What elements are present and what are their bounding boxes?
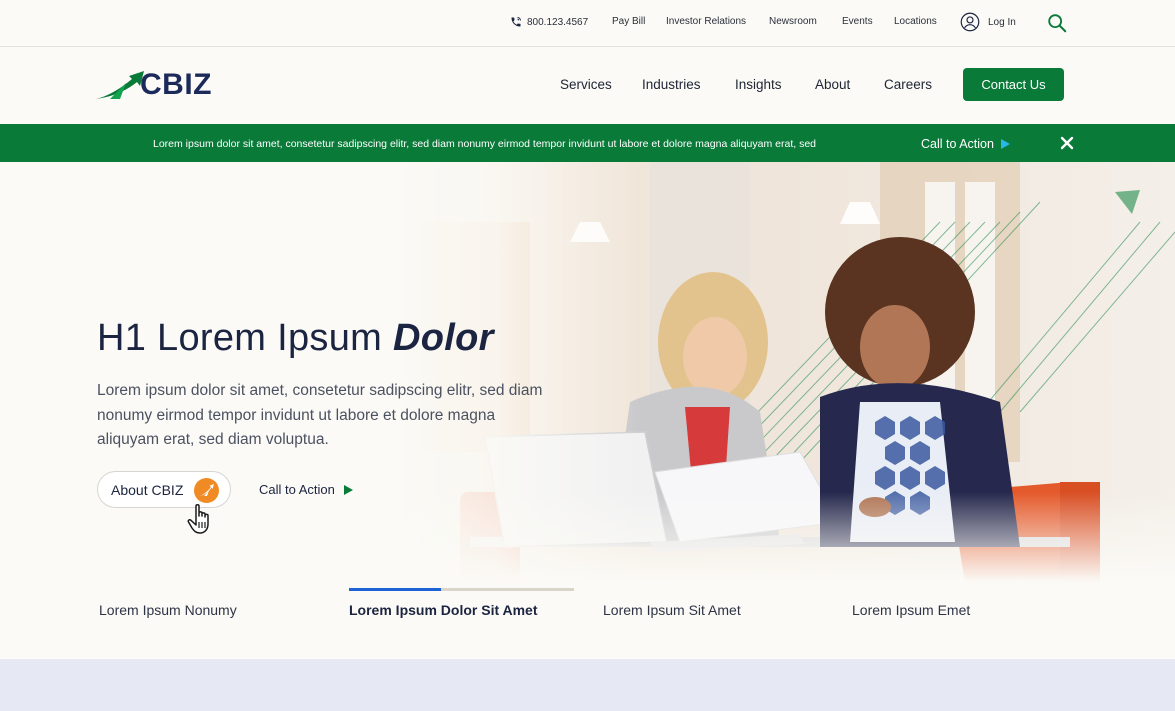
hero-lead: Lorem ipsum dolor sit amet, consetetur s…	[97, 382, 543, 448]
tab-lorem-ipsum-nonumy[interactable]: Lorem Ipsum Nonumy	[99, 602, 237, 618]
announcement-bar: Lorem ipsum dolor sit amet, consetetur s…	[0, 124, 1175, 162]
utility-bar: 800.123.4567 Pay Bill Investor Relations…	[0, 0, 1175, 47]
newsroom-link[interactable]: Newsroom	[769, 16, 817, 27]
logo-text: CBIZ	[140, 68, 212, 101]
nav-careers[interactable]: Careers	[884, 77, 932, 92]
hero-section: H1 Lorem Ipsum Dolor Lorem ipsum dolor s…	[0, 162, 1175, 582]
announcement-cta-label: Call to Action	[921, 137, 994, 151]
tab-lorem-ipsum-sit-amet[interactable]: Lorem Ipsum Sit Amet	[603, 602, 741, 618]
phone-link[interactable]: 800.123.4567	[510, 16, 588, 28]
investor-relations-link[interactable]: Investor Relations	[666, 16, 746, 27]
nav-industries[interactable]: Industries	[642, 77, 701, 92]
hero-fade-bottom	[380, 492, 1175, 582]
hero-title: H1 Lorem Ipsum Dolor	[97, 317, 494, 360]
announcement-message: Lorem ipsum dolor sit amet, consetetur s…	[153, 138, 817, 150]
nav-insights[interactable]: Insights	[735, 77, 782, 92]
user-icon	[960, 12, 980, 32]
logo-swoosh-icon	[96, 71, 144, 99]
search-icon[interactable]	[1046, 12, 1068, 34]
close-icon[interactable]	[1058, 134, 1076, 152]
tab-lorem-ipsum-dolor-sit-amet[interactable]: Lorem Ipsum Dolor Sit Amet	[349, 602, 538, 618]
phone-number: 800.123.4567	[527, 16, 589, 28]
events-link[interactable]: Events	[842, 16, 873, 27]
hero-cta-label: Call to Action	[259, 482, 335, 497]
main-navigation: CBIZ Services Industries Insights About …	[0, 47, 1175, 124]
pointer-hand-icon	[187, 503, 209, 534]
cbiz-logo[interactable]: CBIZ	[96, 69, 216, 101]
nav-services[interactable]: Services	[560, 77, 612, 92]
locations-link[interactable]: Locations	[894, 16, 937, 27]
announcement-cta-link[interactable]: Call to Action	[921, 137, 1010, 151]
active-tab-track	[349, 588, 574, 591]
phone-icon	[511, 17, 521, 27]
active-tab-progress	[349, 588, 442, 591]
about-cbiz-label: About CBIZ	[111, 481, 184, 498]
pay-bill-link[interactable]: Pay Bill	[612, 16, 645, 27]
tab-lorem-ipsum-emet[interactable]: Lorem Ipsum Emet	[852, 602, 970, 618]
nav-about[interactable]: About	[815, 77, 850, 92]
hero-title-main: H1 Lorem Ipsum	[97, 317, 393, 359]
play-arrow-icon	[1000, 139, 1010, 149]
hero-call-to-action-link[interactable]: Call to Action	[259, 482, 353, 497]
next-section-band	[0, 659, 1175, 711]
hero-title-emphasis: Dolor	[392, 317, 494, 359]
login-label: Log In	[988, 16, 1016, 28]
contact-us-button[interactable]: Contact Us	[963, 68, 1064, 101]
swoosh-badge-icon	[194, 478, 219, 503]
login-link[interactable]: Log In	[960, 12, 1016, 32]
play-arrow-icon	[343, 484, 353, 495]
